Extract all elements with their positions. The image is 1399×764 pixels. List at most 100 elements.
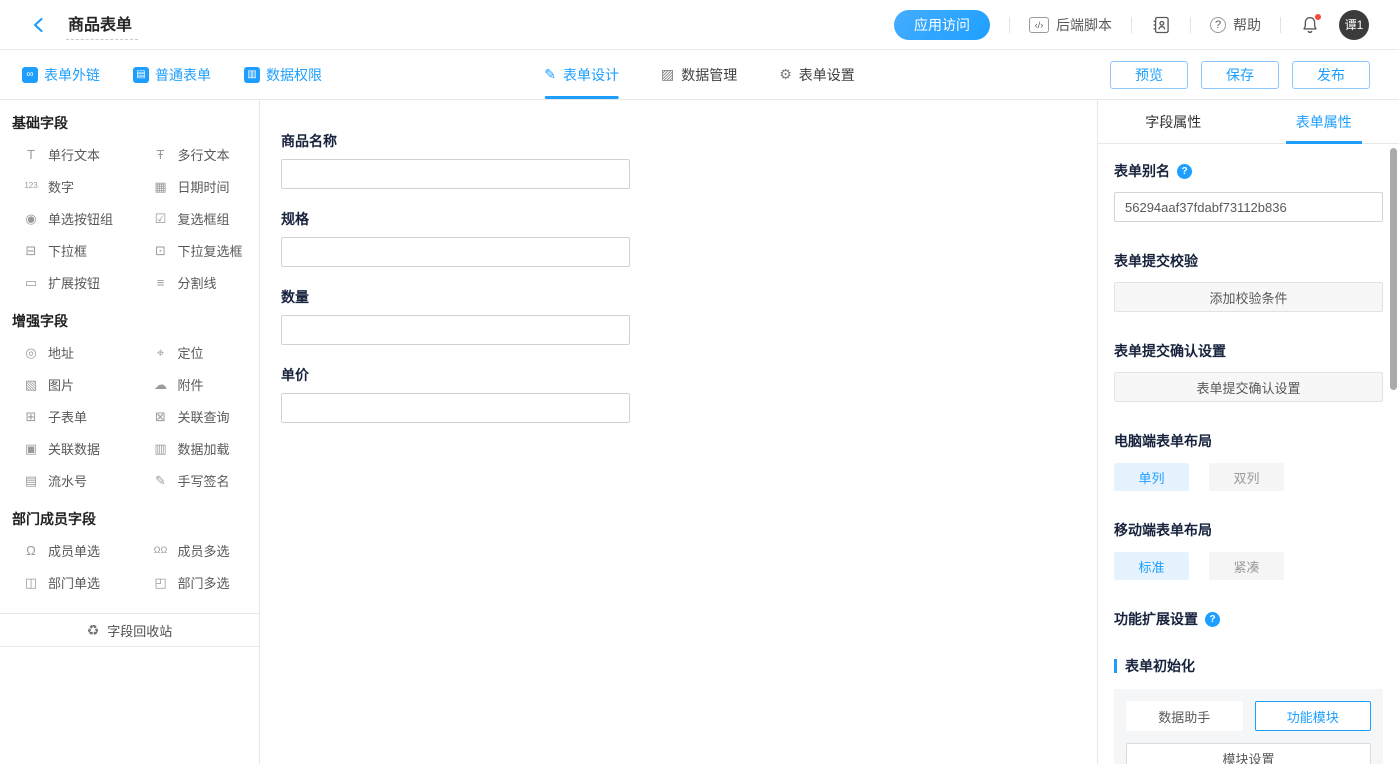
canvas-field-spec[interactable]: 规格 [281, 209, 1097, 267]
extension-settings-section: 功能扩展设置 ? [1114, 609, 1383, 629]
submit-confirm-button[interactable]: 表单提交确认设置 [1114, 372, 1383, 402]
mobile-layout-compact[interactable]: 紧凑 [1209, 552, 1284, 580]
page-title[interactable]: 商品表单 [66, 9, 138, 40]
field-item-label: 下拉框 [48, 241, 87, 260]
field-item-datetime[interactable]: ▦日期时间 [130, 170, 260, 202]
field-item-select[interactable]: ⊟下拉框 [0, 234, 130, 266]
plain-form-icon: ▤ [133, 67, 149, 83]
field-label: 数量 [281, 287, 1097, 307]
field-item-subform[interactable]: ⊞子表单 [0, 400, 130, 432]
field-item-image[interactable]: ▧图片 [0, 368, 130, 400]
field-item-dept-multi[interactable]: ◰部门多选 [130, 566, 260, 598]
field-item-linked-query[interactable]: ⊠ 关联查询 [130, 400, 260, 432]
notification-button[interactable] [1300, 15, 1320, 35]
submit-validation-label: 表单提交校验 [1114, 251, 1383, 271]
field-item-label: 关联数据 [48, 439, 100, 458]
field-item-label: 数字 [48, 177, 74, 196]
canvas-field-unit-price[interactable]: 单价 [281, 365, 1097, 423]
tab-form-properties[interactable]: 表单属性 [1249, 100, 1399, 143]
field-item-location[interactable]: ⌖定位 [130, 336, 260, 368]
field-input[interactable] [281, 393, 630, 423]
pc-layout-single-column[interactable]: 单列 [1114, 463, 1189, 491]
backend-script-label: 后端脚本 [1056, 15, 1112, 35]
field-item-divider[interactable]: ≡分割线 [130, 266, 260, 298]
field-item-serial-number[interactable]: ▤流水号 [0, 464, 130, 496]
member-multi-icon: ΩΩ [152, 546, 170, 555]
contacts-icon [1151, 15, 1171, 35]
dept-member-fields-grid: Ω成员单选 ΩΩ成员多选 ◫部门单选 ◰部门多选 [0, 534, 259, 598]
publish-button[interactable]: 发布 [1292, 61, 1370, 89]
avatar[interactable]: 谭1 [1339, 10, 1369, 40]
field-item-member-single[interactable]: Ω成员单选 [0, 534, 130, 566]
form-alias-input[interactable] [1114, 192, 1383, 222]
form-designer-app: 商品表单 应用访问 ‹/› 后端脚本 ? 帮助 谭1 [0, 0, 1399, 764]
notification-badge [1314, 13, 1322, 21]
preview-button[interactable]: 预览 [1110, 61, 1188, 89]
form-alias-label-row: 表单别名 ? [1114, 161, 1383, 181]
form-external-link-button[interactable]: ∞ 表单外链 [22, 65, 100, 85]
accent-bar [1114, 659, 1117, 673]
backend-script-button[interactable]: ‹/› 后端脚本 [1029, 15, 1112, 35]
add-validation-button[interactable]: 添加校验条件 [1114, 282, 1383, 312]
mobile-layout-label: 移动端表单布局 [1114, 520, 1383, 540]
field-input[interactable] [281, 159, 630, 189]
field-input[interactable] [281, 315, 630, 345]
canvas-field-quantity[interactable]: 数量 [281, 287, 1097, 345]
field-label: 商品名称 [281, 131, 1097, 151]
pc-layout-label: 电脑端表单布局 [1114, 431, 1383, 451]
field-item-number[interactable]: 123 数字 [0, 170, 130, 202]
plain-form-button[interactable]: ▤ 普通表单 [133, 65, 211, 85]
canvas-field-product-name[interactable]: 商品名称 [281, 131, 1097, 189]
tab-form-design[interactable]: ✎ 表单设计 [544, 50, 619, 99]
field-item-signature[interactable]: ✎手写签名 [130, 464, 260, 496]
field-item-label: 数据加载 [178, 439, 230, 458]
field-item-radio-group[interactable]: ◉单选按钮组 [0, 202, 130, 234]
form-alias-help-icon[interactable]: ? [1177, 164, 1192, 179]
section-title-enhanced-fields: 增强字段 [12, 311, 259, 331]
field-item-label: 关联查询 [178, 407, 230, 426]
linked-data-icon: ▣ [22, 442, 40, 455]
field-recycle-bin-button[interactable]: ♻ 字段回收站 [0, 613, 259, 647]
header: 商品表单 应用访问 ‹/› 后端脚本 ? 帮助 谭1 [0, 0, 1399, 50]
function-module-button[interactable]: 功能模块 [1255, 701, 1372, 731]
field-item-extend-button[interactable]: ▭扩展按钮 [0, 266, 130, 298]
mobile-layout-standard[interactable]: 标准 [1114, 552, 1189, 580]
form-canvas[interactable]: 商品名称 规格 数量 单价 [260, 100, 1097, 764]
field-item-address[interactable]: ◎地址 [0, 336, 130, 368]
app-access-button[interactable]: 应用访问 [894, 10, 990, 40]
number-icon: 123 [22, 182, 40, 190]
save-button[interactable]: 保存 [1201, 61, 1279, 89]
extension-settings-label-row: 功能扩展设置 ? [1114, 609, 1383, 629]
field-item-multi-select[interactable]: ⊡下拉复选框 [130, 234, 260, 266]
signature-icon: ✎ [152, 474, 170, 487]
field-item-label: 复选框组 [178, 209, 230, 228]
contacts-button[interactable] [1151, 15, 1171, 35]
field-item-data-load[interactable]: ▥数据加载 [130, 432, 260, 464]
field-item-single-line-text[interactable]: T单行文本 [0, 138, 130, 170]
module-settings-button[interactable]: 模块设置 [1126, 743, 1371, 764]
field-item-checkbox-group[interactable]: ☑复选框组 [130, 202, 260, 234]
field-item-attachment[interactable]: ☁附件 [130, 368, 260, 400]
field-item-label: 子表单 [48, 407, 87, 426]
panel-scrollbar[interactable] [1390, 148, 1397, 390]
field-item-label: 扩展按钮 [48, 273, 100, 292]
divider [1280, 17, 1281, 33]
pc-layout-double-column[interactable]: 双列 [1209, 463, 1284, 491]
linked-query-icon: ⊠ [152, 410, 170, 423]
field-item-dept-single[interactable]: ◫部门单选 [0, 566, 130, 598]
help-button[interactable]: ? 帮助 [1210, 15, 1261, 35]
field-item-multi-line-text[interactable]: Ŧ多行文本 [130, 138, 260, 170]
field-item-member-multi[interactable]: ΩΩ成员多选 [130, 534, 260, 566]
back-button[interactable] [26, 12, 52, 38]
section-title-basic-fields: 基础字段 [12, 113, 259, 133]
tab-form-design-label: 表单设计 [563, 65, 619, 85]
tab-data-manage[interactable]: ▨ 数据管理 [661, 50, 737, 99]
tab-form-settings[interactable]: ⚙ 表单设置 [779, 50, 855, 99]
data-assistant-button[interactable]: 数据助手 [1126, 701, 1243, 731]
field-input[interactable] [281, 237, 630, 267]
data-permission-button[interactable]: ▥ 数据权限 [244, 65, 322, 85]
tab-field-properties[interactable]: 字段属性 [1098, 100, 1249, 143]
field-item-linked-data[interactable]: ▣ 关联数据 [0, 432, 130, 464]
back-chevron-icon [30, 16, 48, 34]
extension-help-icon[interactable]: ? [1205, 612, 1220, 627]
